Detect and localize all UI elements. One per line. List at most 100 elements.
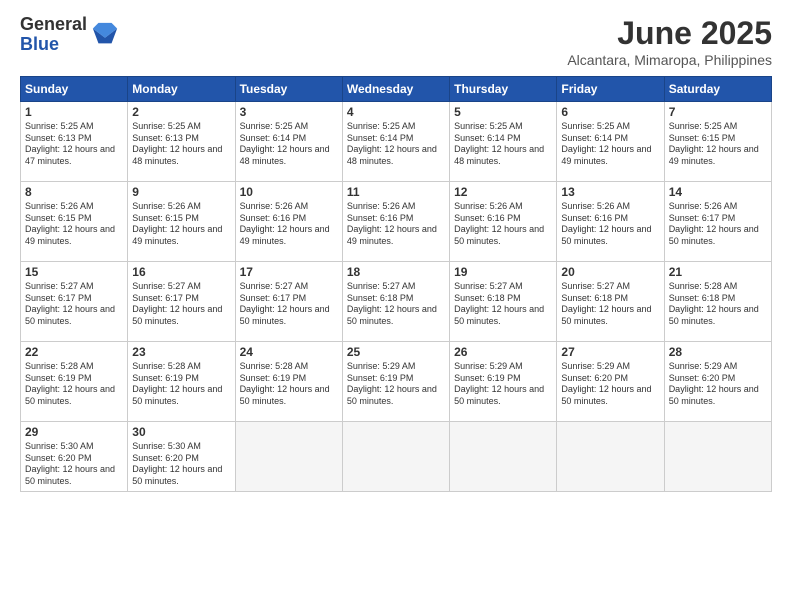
day-info: Sunrise: 5:25 AM Sunset: 6:14 PM Dayligh…: [454, 121, 552, 168]
day-info: Sunrise: 5:29 AM Sunset: 6:20 PM Dayligh…: [669, 361, 767, 408]
day-number: 21: [669, 265, 767, 279]
day-info: Sunrise: 5:25 AM Sunset: 6:13 PM Dayligh…: [132, 121, 230, 168]
day-info: Sunrise: 5:26 AM Sunset: 6:16 PM Dayligh…: [347, 201, 445, 248]
day-info: Sunrise: 5:30 AM Sunset: 6:20 PM Dayligh…: [132, 441, 230, 488]
day-number: 11: [347, 185, 445, 199]
day-number: 28: [669, 345, 767, 359]
day-number: 10: [240, 185, 338, 199]
table-row: [342, 422, 449, 492]
day-number: 4: [347, 105, 445, 119]
title-section: June 2025 Alcantara, Mimaropa, Philippin…: [567, 15, 772, 68]
day-number: 24: [240, 345, 338, 359]
table-row: 13 Sunrise: 5:26 AM Sunset: 6:16 PM Dayl…: [557, 182, 664, 262]
table-row: 25 Sunrise: 5:29 AM Sunset: 6:19 PM Dayl…: [342, 342, 449, 422]
day-number: 6: [561, 105, 659, 119]
table-row: 10 Sunrise: 5:26 AM Sunset: 6:16 PM Dayl…: [235, 182, 342, 262]
header-tuesday: Tuesday: [235, 77, 342, 102]
logo-icon: [91, 21, 119, 49]
day-number: 14: [669, 185, 767, 199]
table-row: 23 Sunrise: 5:28 AM Sunset: 6:19 PM Dayl…: [128, 342, 235, 422]
day-info: Sunrise: 5:27 AM Sunset: 6:17 PM Dayligh…: [240, 281, 338, 328]
logo-blue: Blue: [20, 35, 87, 55]
header-monday: Monday: [128, 77, 235, 102]
day-info: Sunrise: 5:25 AM Sunset: 6:14 PM Dayligh…: [561, 121, 659, 168]
table-row: [664, 422, 771, 492]
calendar-week-row: 22 Sunrise: 5:28 AM Sunset: 6:19 PM Dayl…: [21, 342, 772, 422]
day-info: Sunrise: 5:26 AM Sunset: 6:16 PM Dayligh…: [454, 201, 552, 248]
calendar-week-row: 1 Sunrise: 5:25 AM Sunset: 6:13 PM Dayli…: [21, 102, 772, 182]
day-number: 27: [561, 345, 659, 359]
day-number: 26: [454, 345, 552, 359]
day-number: 29: [25, 425, 123, 439]
header-sunday: Sunday: [21, 77, 128, 102]
day-info: Sunrise: 5:27 AM Sunset: 6:18 PM Dayligh…: [561, 281, 659, 328]
day-info: Sunrise: 5:29 AM Sunset: 6:19 PM Dayligh…: [454, 361, 552, 408]
day-info: Sunrise: 5:29 AM Sunset: 6:19 PM Dayligh…: [347, 361, 445, 408]
table-row: 24 Sunrise: 5:28 AM Sunset: 6:19 PM Dayl…: [235, 342, 342, 422]
day-number: 15: [25, 265, 123, 279]
day-info: Sunrise: 5:27 AM Sunset: 6:17 PM Dayligh…: [25, 281, 123, 328]
day-info: Sunrise: 5:25 AM Sunset: 6:13 PM Dayligh…: [25, 121, 123, 168]
table-row: 7 Sunrise: 5:25 AM Sunset: 6:15 PM Dayli…: [664, 102, 771, 182]
table-row: 19 Sunrise: 5:27 AM Sunset: 6:18 PM Dayl…: [450, 262, 557, 342]
day-info: Sunrise: 5:28 AM Sunset: 6:19 PM Dayligh…: [132, 361, 230, 408]
calendar-week-row: 8 Sunrise: 5:26 AM Sunset: 6:15 PM Dayli…: [21, 182, 772, 262]
header: General Blue June 2025 Alcantara, Mimaro…: [20, 15, 772, 68]
day-number: 7: [669, 105, 767, 119]
header-wednesday: Wednesday: [342, 77, 449, 102]
day-number: 13: [561, 185, 659, 199]
day-info: Sunrise: 5:29 AM Sunset: 6:20 PM Dayligh…: [561, 361, 659, 408]
day-number: 12: [454, 185, 552, 199]
table-row: 8 Sunrise: 5:26 AM Sunset: 6:15 PM Dayli…: [21, 182, 128, 262]
day-info: Sunrise: 5:26 AM Sunset: 6:15 PM Dayligh…: [132, 201, 230, 248]
calendar-week-row: 15 Sunrise: 5:27 AM Sunset: 6:17 PM Dayl…: [21, 262, 772, 342]
table-row: 12 Sunrise: 5:26 AM Sunset: 6:16 PM Dayl…: [450, 182, 557, 262]
day-number: 23: [132, 345, 230, 359]
day-number: 30: [132, 425, 230, 439]
day-number: 16: [132, 265, 230, 279]
table-row: 30 Sunrise: 5:30 AM Sunset: 6:20 PM Dayl…: [128, 422, 235, 492]
table-row: 14 Sunrise: 5:26 AM Sunset: 6:17 PM Dayl…: [664, 182, 771, 262]
day-number: 1: [25, 105, 123, 119]
table-row: 2 Sunrise: 5:25 AM Sunset: 6:13 PM Dayli…: [128, 102, 235, 182]
table-row: 11 Sunrise: 5:26 AM Sunset: 6:16 PM Dayl…: [342, 182, 449, 262]
logo-text: General Blue: [20, 15, 87, 55]
table-row: 21 Sunrise: 5:28 AM Sunset: 6:18 PM Dayl…: [664, 262, 771, 342]
table-row: 17 Sunrise: 5:27 AM Sunset: 6:17 PM Dayl…: [235, 262, 342, 342]
day-number: 3: [240, 105, 338, 119]
day-info: Sunrise: 5:25 AM Sunset: 6:14 PM Dayligh…: [240, 121, 338, 168]
table-row: 26 Sunrise: 5:29 AM Sunset: 6:19 PM Dayl…: [450, 342, 557, 422]
day-number: 5: [454, 105, 552, 119]
table-row: [557, 422, 664, 492]
table-row: 22 Sunrise: 5:28 AM Sunset: 6:19 PM Dayl…: [21, 342, 128, 422]
day-info: Sunrise: 5:30 AM Sunset: 6:20 PM Dayligh…: [25, 441, 123, 488]
calendar-week-row: 29 Sunrise: 5:30 AM Sunset: 6:20 PM Dayl…: [21, 422, 772, 492]
table-row: 29 Sunrise: 5:30 AM Sunset: 6:20 PM Dayl…: [21, 422, 128, 492]
logo: General Blue: [20, 15, 119, 55]
day-info: Sunrise: 5:26 AM Sunset: 6:17 PM Dayligh…: [669, 201, 767, 248]
day-info: Sunrise: 5:25 AM Sunset: 6:15 PM Dayligh…: [669, 121, 767, 168]
table-row: 6 Sunrise: 5:25 AM Sunset: 6:14 PM Dayli…: [557, 102, 664, 182]
table-row: 18 Sunrise: 5:27 AM Sunset: 6:18 PM Dayl…: [342, 262, 449, 342]
day-number: 22: [25, 345, 123, 359]
month-title: June 2025: [567, 15, 772, 52]
table-row: 16 Sunrise: 5:27 AM Sunset: 6:17 PM Dayl…: [128, 262, 235, 342]
day-info: Sunrise: 5:28 AM Sunset: 6:19 PM Dayligh…: [25, 361, 123, 408]
table-row: [450, 422, 557, 492]
day-info: Sunrise: 5:27 AM Sunset: 6:18 PM Dayligh…: [347, 281, 445, 328]
table-row: 5 Sunrise: 5:25 AM Sunset: 6:14 PM Dayli…: [450, 102, 557, 182]
day-number: 18: [347, 265, 445, 279]
day-number: 20: [561, 265, 659, 279]
day-info: Sunrise: 5:26 AM Sunset: 6:16 PM Dayligh…: [561, 201, 659, 248]
table-row: [235, 422, 342, 492]
table-row: 3 Sunrise: 5:25 AM Sunset: 6:14 PM Dayli…: [235, 102, 342, 182]
day-number: 25: [347, 345, 445, 359]
day-number: 19: [454, 265, 552, 279]
table-row: 4 Sunrise: 5:25 AM Sunset: 6:14 PM Dayli…: [342, 102, 449, 182]
table-row: 1 Sunrise: 5:25 AM Sunset: 6:13 PM Dayli…: [21, 102, 128, 182]
day-info: Sunrise: 5:27 AM Sunset: 6:17 PM Dayligh…: [132, 281, 230, 328]
table-row: 9 Sunrise: 5:26 AM Sunset: 6:15 PM Dayli…: [128, 182, 235, 262]
day-number: 9: [132, 185, 230, 199]
header-saturday: Saturday: [664, 77, 771, 102]
table-row: 15 Sunrise: 5:27 AM Sunset: 6:17 PM Dayl…: [21, 262, 128, 342]
